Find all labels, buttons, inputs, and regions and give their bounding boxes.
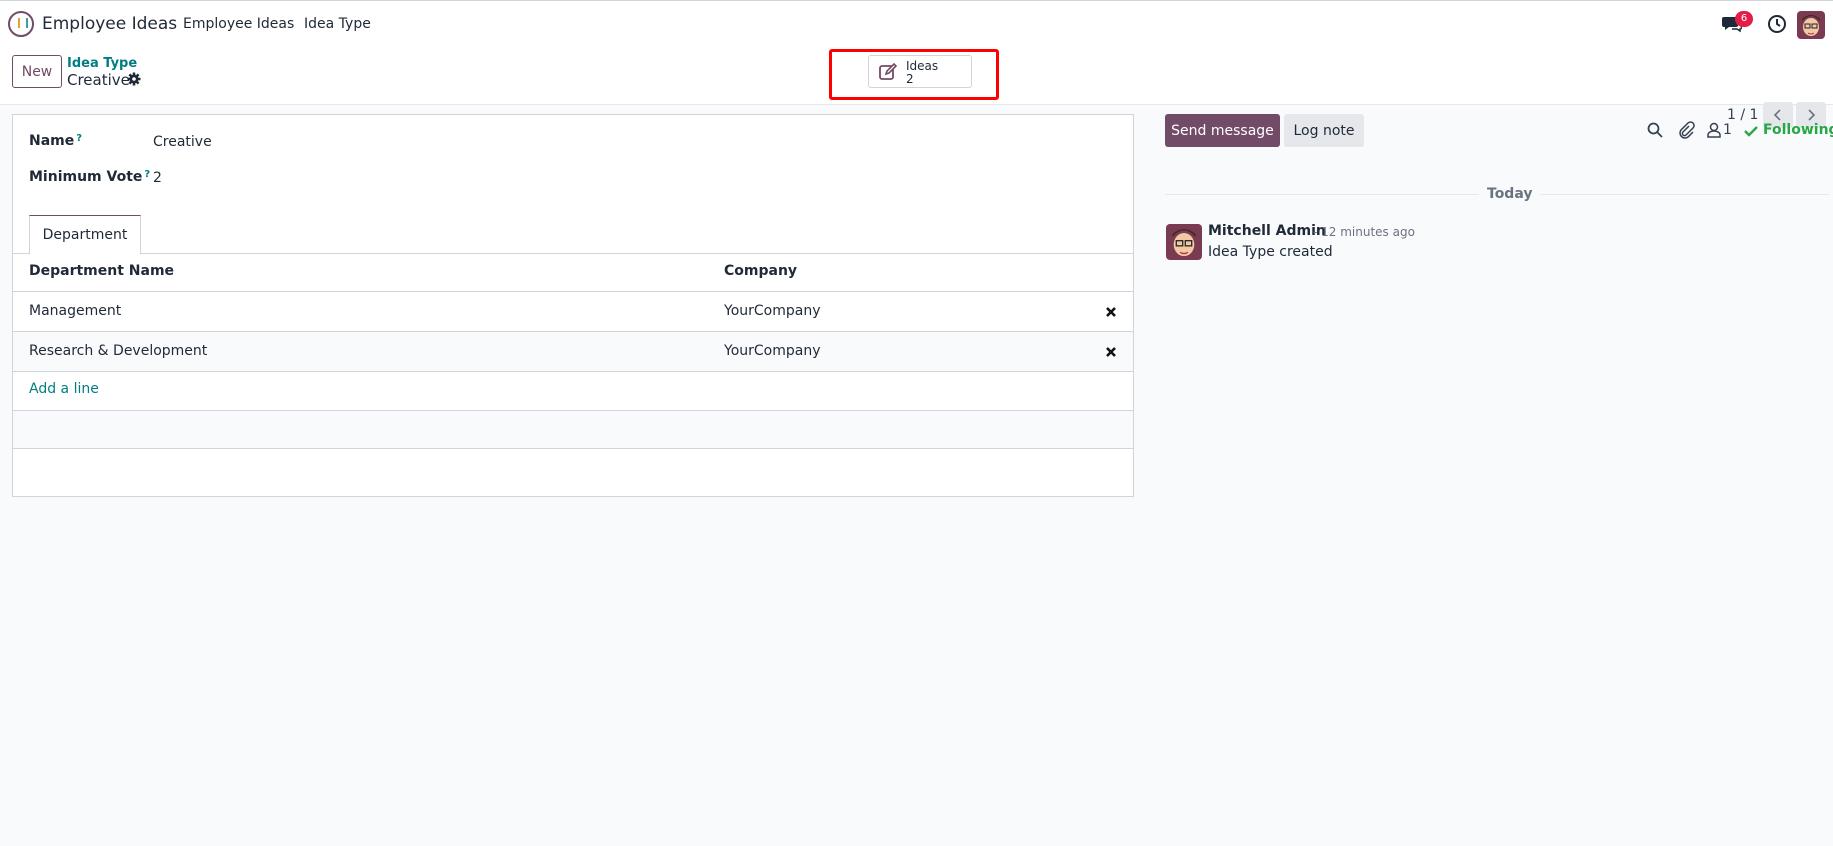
name-field[interactable]: Creative — [153, 134, 212, 150]
column-header-department-name[interactable]: Department Name — [29, 263, 174, 279]
stat-value: 2 — [906, 72, 914, 86]
message-time: - 12 minutes ago — [1313, 225, 1415, 239]
divider — [13, 371, 1133, 372]
send-message-button[interactable]: Send message — [1165, 114, 1280, 147]
message-body: Idea Type created — [1208, 244, 1333, 260]
messages-count-badge: 6 — [1735, 11, 1753, 27]
tab-department[interactable]: Department — [29, 215, 141, 255]
form-sheet: Name? Creative Minimum Vote? 2 Departmen… — [12, 114, 1134, 497]
minimum-vote-field[interactable]: 2 — [153, 170, 162, 186]
company-cell[interactable]: YourCompany — [724, 343, 821, 359]
edit-icon — [879, 62, 898, 80]
log-note-button[interactable]: Log note — [1284, 114, 1364, 147]
department-name-cell[interactable]: Management — [29, 303, 121, 319]
empty-row — [13, 411, 1133, 448]
minimum-vote-label: Minimum Vote? — [29, 169, 150, 185]
help-tooltip-icon[interactable]: ? — [144, 169, 150, 180]
name-label: Name? — [29, 133, 82, 149]
app-name[interactable]: Employee Ideas — [42, 14, 177, 34]
following-button[interactable]: Following — [1763, 122, 1833, 138]
message-author-avatar[interactable] — [1166, 224, 1202, 260]
stat-label: Ideas — [906, 59, 939, 73]
user-avatar[interactable] — [1797, 11, 1825, 39]
new-button[interactable]: New — [12, 55, 62, 88]
company-cell[interactable]: YourCompany — [724, 303, 821, 319]
delete-row-icon[interactable] — [1105, 346, 1117, 358]
paperclip-icon[interactable] — [1677, 121, 1695, 139]
breadcrumb-parent[interactable]: Idea Type — [67, 56, 137, 71]
department-name-cell[interactable]: Research & Development — [29, 343, 207, 359]
date-separator-label: Today — [1479, 186, 1541, 202]
app-logo-icon[interactable] — [8, 11, 34, 37]
gear-icon[interactable] — [127, 72, 141, 86]
notebook-tabs: Department — [13, 215, 1133, 255]
menu-idea-type[interactable]: Idea Type — [304, 16, 371, 32]
check-icon — [1744, 126, 1758, 137]
search-icon[interactable] — [1646, 121, 1664, 139]
ideas-stat-button[interactable]: Ideas 2 — [868, 55, 972, 88]
add-a-line-link[interactable]: Add a line — [29, 381, 99, 397]
name-label-text: Name — [29, 133, 75, 149]
followers-count[interactable]: 1 — [1723, 122, 1732, 138]
user-icon[interactable] — [1706, 121, 1722, 139]
clock-icon[interactable] — [1767, 14, 1787, 34]
divider — [13, 448, 1133, 449]
minimum-vote-label-text: Minimum Vote — [29, 169, 143, 185]
pager-value[interactable]: 1 / 1 — [1727, 107, 1758, 123]
table-row[interactable]: Management YourCompany — [13, 292, 1133, 331]
message-author[interactable]: Mitchell Admin — [1208, 223, 1326, 239]
chevron-left-icon — [1773, 109, 1781, 121]
top-navbar: Employee Ideas Employee Ideas Idea Type … — [0, 0, 1833, 47]
help-tooltip-icon[interactable]: ? — [76, 133, 82, 144]
delete-row-icon[interactable] — [1105, 306, 1117, 318]
table-row[interactable]: Research & Development YourCompany — [13, 332, 1133, 371]
column-header-company[interactable]: Company — [724, 263, 797, 279]
chevron-right-icon — [1808, 109, 1816, 121]
menu-employee-ideas[interactable]: Employee Ideas — [183, 16, 294, 32]
breadcrumb-current: Creative — [67, 71, 130, 89]
